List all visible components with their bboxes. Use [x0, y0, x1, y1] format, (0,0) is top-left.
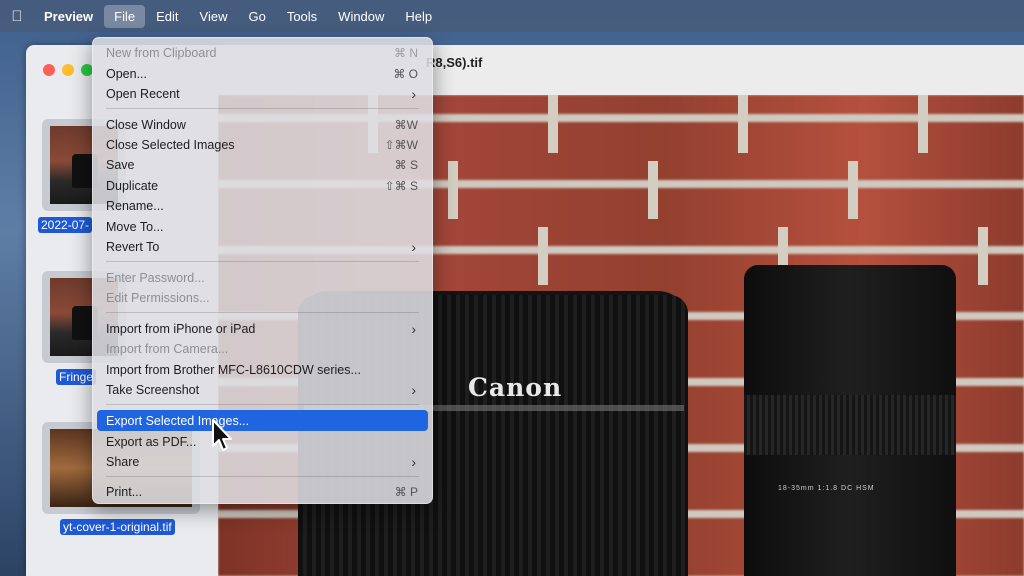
menu-edit[interactable]: Edit	[146, 5, 188, 28]
menu-separator	[106, 312, 419, 313]
menu-item-import-from-camera: Import from Camera...	[106, 341, 229, 356]
menu-help[interactable]: Help	[395, 5, 442, 28]
canon-brand-text: Canon	[468, 373, 563, 402]
chevron-right-icon: ›	[411, 238, 416, 255]
menu-item-move-to[interactable]: Move To...	[97, 217, 428, 236]
menu-item-take-screenshot[interactable]: Take Screenshot ›	[97, 380, 428, 399]
menu-item-export-selected-images[interactable]: Export Selected Images...	[97, 410, 428, 431]
apple-logo-icon[interactable]: 	[0, 8, 34, 25]
menu-separator	[106, 108, 419, 109]
menu-tools[interactable]: Tools	[277, 5, 327, 28]
menu-item-close-window[interactable]: Close Window ⌘W	[97, 115, 428, 134]
menu-file[interactable]: File	[104, 4, 146, 28]
chevron-right-icon: ›	[411, 85, 416, 102]
menu-item-edit-permissions: Edit Permissions...	[106, 290, 210, 305]
menu-go[interactable]: Go	[238, 5, 275, 28]
minimize-window-button[interactable]	[62, 64, 74, 76]
menu-item-enter-password: Enter Password...	[106, 270, 205, 285]
thumbnail-1-label[interactable]: 2022-07-	[38, 217, 93, 233]
menu-window[interactable]: Window	[328, 5, 394, 28]
chevron-right-icon: ›	[411, 320, 416, 337]
menu-item-open[interactable]: Open... ⌘ O	[97, 64, 428, 83]
menu-separator	[106, 404, 419, 405]
close-window-button[interactable]	[43, 64, 55, 76]
menu-item-rename[interactable]: Rename...	[97, 196, 428, 215]
thumbnail-2-label[interactable]: Fringe	[56, 369, 97, 385]
menu-item-revert-to[interactable]: Revert To ›	[97, 237, 428, 256]
menu-item-print[interactable]: Print... ⌘ P	[97, 482, 428, 501]
menu-separator	[106, 261, 419, 262]
menu-item-share[interactable]: Share ›	[97, 452, 428, 471]
menu-item-import-from-iphone[interactable]: Import from iPhone or iPad ›	[97, 319, 428, 338]
menu-app-preview[interactable]: Preview	[34, 5, 103, 28]
chevron-right-icon: ›	[411, 453, 416, 470]
menu-separator	[106, 476, 419, 477]
lens-scale-text: 18-35mm 1:1.8 DC HSM	[778, 485, 875, 492]
menu-view[interactable]: View	[190, 5, 238, 28]
window-title: R8,S6).tif	[426, 55, 483, 70]
sigma-lens-ring	[744, 395, 956, 455]
menu-item-save[interactable]: Save ⌘ S	[97, 155, 428, 174]
thumbnail-3-label[interactable]: yt-cover-1-original.tif	[60, 519, 175, 535]
chevron-right-icon: ›	[411, 381, 416, 398]
menu-item-export-as-pdf[interactable]: Export as PDF...	[97, 432, 428, 451]
menu-item-duplicate[interactable]: Duplicate ⇧⌘ S	[97, 176, 428, 195]
menu-bar:  Preview File Edit View Go Tools Window…	[0, 0, 1024, 32]
menu-item-import-from-brother[interactable]: Import from Brother MFC-L8610CDW series.…	[97, 360, 428, 379]
menu-item-open-recent[interactable]: Open Recent ›	[97, 84, 428, 103]
menu-item-new-from-clipboard: New from Clipboard ⌘ N	[106, 45, 418, 60]
menu-item-close-selected-images[interactable]: Close Selected Images ⇧⌘W	[97, 135, 428, 154]
mouse-pointer-icon	[212, 419, 232, 451]
file-menu-dropdown: New from Clipboard ⌘ N Open... ⌘ O Open Re…	[92, 37, 433, 504]
